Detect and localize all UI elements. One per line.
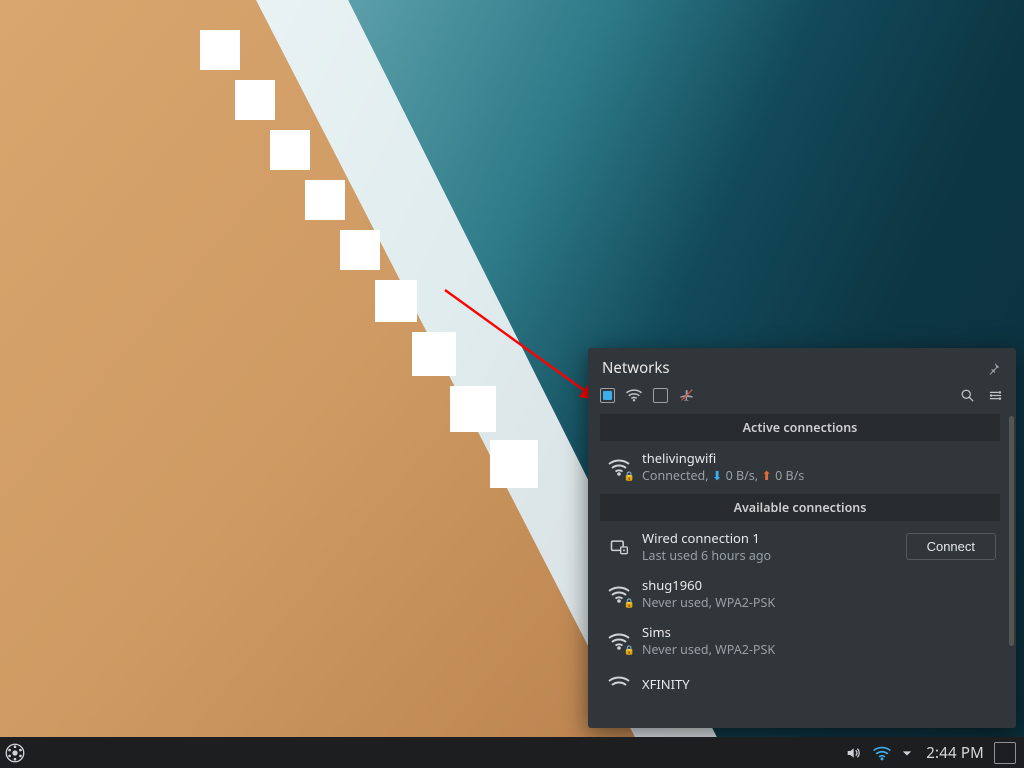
wifi-icon[interactable] (625, 386, 643, 404)
airplane-mode-icon[interactable] (678, 386, 696, 404)
wired-toggle[interactable] (600, 388, 615, 403)
taskbar: 2:44 PM (0, 737, 1024, 768)
wifi-signal-icon: 🔒 (604, 627, 634, 655)
connection-name: Wired connection 1 (642, 529, 898, 547)
connection-name: thelivingwifi (642, 449, 996, 467)
wifi-signal-icon: 🔒 (604, 580, 634, 608)
available-section-header: Available connections (600, 494, 1000, 521)
show-desktop-button[interactable] (994, 742, 1016, 764)
connection-name: Sims (642, 623, 996, 641)
tray-expand-icon[interactable] (902, 748, 912, 758)
popup-toolbar (588, 382, 1016, 410)
active-section-header: Active connections (600, 414, 1000, 441)
system-tray (836, 745, 920, 761)
mobile-toggle[interactable] (653, 388, 668, 403)
connect-button[interactable]: Connect (906, 533, 996, 560)
pin-icon[interactable] (988, 360, 1004, 376)
connection-sub: Never used, WPA2-PSK (642, 641, 996, 658)
lock-icon: 🔒 (623, 643, 636, 656)
connection-name: shug1960 (642, 576, 996, 594)
connection-item[interactable]: 🔒 Sims Never used, WPA2-PSK (598, 617, 1002, 664)
volume-icon[interactable] (844, 745, 862, 761)
wifi-signal-icon: 🔒 (604, 453, 634, 481)
wired-icon (604, 533, 634, 561)
network-tray-icon[interactable] (872, 745, 892, 761)
clock[interactable]: 2:44 PM (920, 743, 992, 763)
connection-name: XFINITY (642, 675, 996, 693)
networks-popup: Networks Active connections 🔒 (588, 348, 1016, 728)
connection-status: Connected, ⬇ 0 B/s, ⬆ 0 B/s (642, 467, 996, 484)
application-launcher-button[interactable] (0, 738, 30, 768)
connections-list: Active connections 🔒 thelivingwifi Conne… (588, 410, 1016, 728)
settings-icon[interactable] (986, 386, 1004, 404)
connection-item-active[interactable]: 🔒 thelivingwifi Connected, ⬇ 0 B/s, ⬆ 0 … (598, 443, 1002, 490)
lock-icon: 🔒 (623, 596, 636, 609)
connection-item[interactable]: 🔒 shug1960 Never used, WPA2-PSK (598, 570, 1002, 617)
wifi-signal-icon (604, 670, 634, 698)
connection-sub: Last used 6 hours ago (642, 547, 898, 564)
connection-sub: Never used, WPA2-PSK (642, 594, 996, 611)
connection-item[interactable]: Wired connection 1 Last used 6 hours ago… (598, 523, 1002, 570)
connection-item[interactable]: XFINITY (598, 664, 1002, 698)
search-icon[interactable] (958, 386, 976, 404)
scrollbar[interactable] (1009, 416, 1014, 646)
popup-title: Networks (602, 358, 988, 378)
lock-icon: 🔒 (623, 469, 636, 482)
